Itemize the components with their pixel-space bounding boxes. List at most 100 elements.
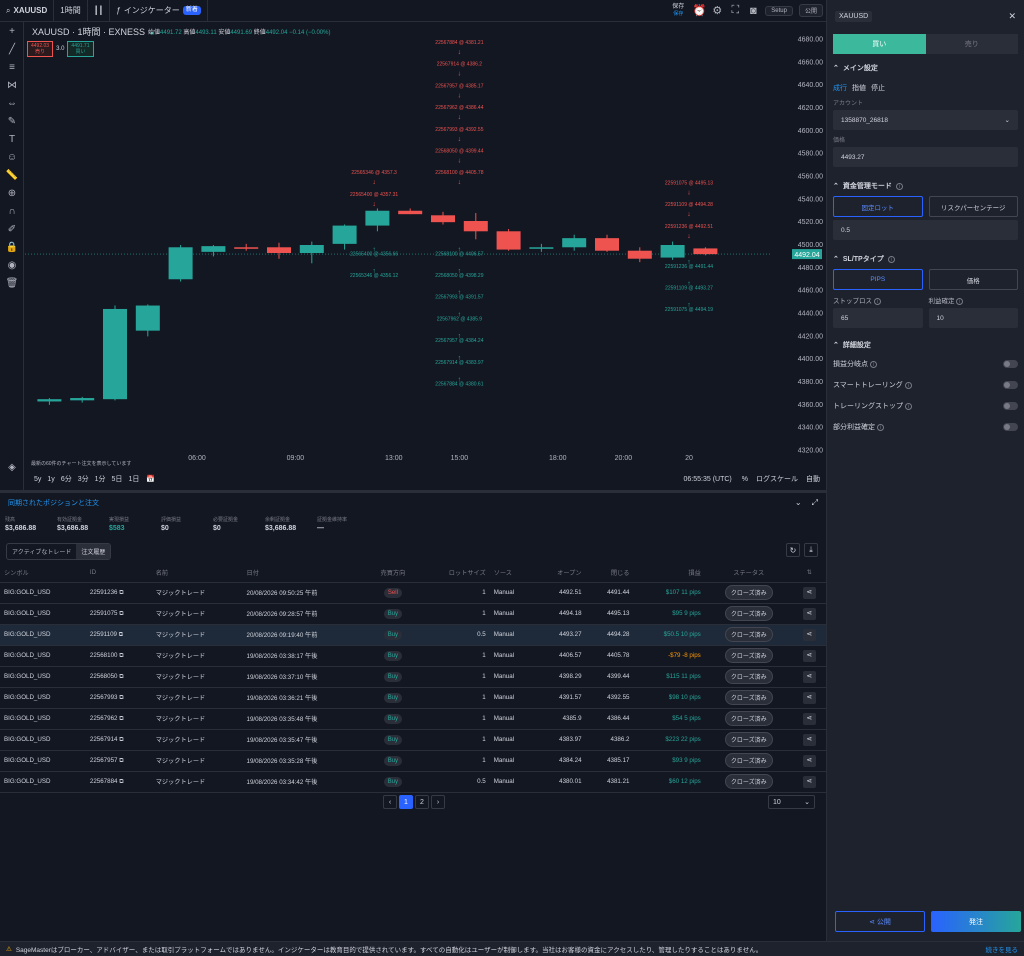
share-icon[interactable]: ⋖ (802, 586, 816, 599)
copy-icon[interactable]: ⧉ (119, 694, 123, 701)
crosshair-icon[interactable]: + (0, 22, 24, 40)
column-header[interactable]: 日付 (242, 564, 368, 583)
maximize-icon[interactable]: ⤢ (812, 498, 818, 508)
copy-icon[interactable]: ⧉ (119, 715, 123, 722)
column-header[interactable]: ロットサイズ (418, 564, 490, 583)
lock-icon[interactable]: 🔒 (0, 238, 24, 256)
take-profit-input[interactable]: 10 (928, 308, 1018, 328)
copy-icon[interactable]: ⧉ (119, 652, 123, 659)
prev-page-button[interactable]: ‹ (383, 795, 397, 809)
camera-icon[interactable]: ◙ (744, 2, 762, 20)
share-icon[interactable]: ⋖ (802, 691, 816, 704)
copy-icon[interactable]: ⧉ (119, 673, 123, 680)
sell-tab[interactable]: 売り (925, 34, 1018, 54)
next-page-button[interactable]: › (431, 795, 445, 809)
column-header[interactable]: ID (85, 564, 152, 583)
table-row[interactable]: BIG:GOLD_USD 22567884 ⧉ マジックトレード 19/08/2026… (0, 771, 826, 793)
download-icon[interactable]: ⤓ (804, 543, 818, 557)
share-icon[interactable]: ⋖ (802, 775, 816, 788)
column-header[interactable]: 売買方向 (367, 564, 419, 583)
table-row[interactable]: BIG:GOLD_USD 22567962 ⧉ マジックトレード 19/08/2026… (0, 708, 826, 730)
order-type-limit[interactable]: 指値 (852, 83, 866, 93)
calendar-icon[interactable]: 📅 (146, 475, 155, 483)
symbol-search[interactable]: ⌕ XAUUSD (0, 0, 55, 22)
copy-icon[interactable]: ⧉ (119, 589, 123, 596)
gear-icon[interactable]: ⚙ (708, 2, 726, 20)
table-row[interactable]: BIG:GOLD_USD 22567957 ⧉ マジックトレード 19/08/2026… (0, 750, 826, 772)
submit-order-button[interactable]: 発注 (931, 911, 1021, 932)
prediction-icon[interactable]: ⇔ (0, 94, 24, 112)
share-icon[interactable]: ⋖ (802, 670, 816, 683)
sltp-heading[interactable]: ⌃ SL/TPタイプ i (827, 254, 1024, 264)
risk-percent-button[interactable]: リスクパーセンテージ (928, 196, 1018, 217)
ruler-icon[interactable]: 📏 (0, 166, 24, 184)
toggle-switch[interactable] (1003, 401, 1018, 410)
copy-icon[interactable]: ⧉ (119, 736, 123, 743)
stop-loss-input[interactable]: 65 (833, 308, 923, 328)
share-icon[interactable]: ⋖ (802, 733, 816, 746)
auto-scale-toggle[interactable]: 自動 (806, 474, 820, 484)
tab-active-trades[interactable]: アクティブなトレード (7, 544, 76, 559)
page-2-button[interactable]: 2 (415, 795, 429, 809)
zoom-icon[interactable]: ⊕ (0, 184, 24, 202)
magnet-icon[interactable]: ∩ (0, 202, 24, 220)
timeframe-1[interactable]: 1y (47, 476, 54, 483)
percent-toggle[interactable]: % (742, 476, 748, 483)
account-select[interactable]: 1358870_26818 ⌄ (833, 110, 1018, 130)
price-type-button[interactable]: 価格 (928, 269, 1018, 290)
copy-icon[interactable]: ⧉ (119, 610, 123, 617)
share-icon[interactable]: ⋖ (802, 607, 816, 620)
share-icon[interactable]: ⋖ (802, 628, 816, 641)
eye-icon[interactable]: ◉ (0, 256, 24, 274)
price-chart[interactable]: 4680.00 4660.00 4640.00 4620.00 4600.00 4580.… (25, 22, 826, 490)
column-header[interactable]: 損益 (633, 564, 705, 583)
publish-button[interactable]: ⋖ 公開 (835, 911, 925, 932)
toggle-switch[interactable] (1003, 359, 1018, 368)
indicators-button[interactable]: ƒ インジケーター 新着 (110, 0, 208, 22)
collapse-icon[interactable]: ⌄ (795, 498, 802, 507)
column-header[interactable]: 閉じる (585, 564, 634, 583)
timeframe-2[interactable]: 6分 (61, 476, 72, 483)
column-header[interactable]: オープン (534, 564, 586, 583)
alert-icon[interactable]: ⏰ (690, 2, 708, 20)
trash-icon[interactable]: 🗑 (0, 274, 24, 292)
close-icon[interactable]: ✕ (1008, 11, 1016, 22)
timeframe-5[interactable]: 5日 (112, 476, 123, 483)
timeframe-6[interactable]: 1日 (128, 476, 139, 483)
save-button[interactable]: 保存 保存 (666, 4, 690, 18)
column-header[interactable]: 名前 (151, 564, 243, 583)
copy-icon[interactable]: ⧉ (119, 631, 123, 638)
order-type-market[interactable]: 成行 (833, 83, 847, 93)
share-icon[interactable]: ⋖ (802, 649, 816, 662)
table-row[interactable]: BIG:GOLD_USD 22567993 ⧉ マジックトレード 19/08/2026… (0, 687, 826, 709)
share-icon[interactable]: ⋖ (802, 754, 816, 767)
table-row[interactable]: BIG:GOLD_USD 22567914 ⧉ マジックトレード 19/08/2026… (0, 729, 826, 751)
pips-button[interactable]: PIPS (833, 269, 923, 290)
refresh-icon[interactable]: ↻ (786, 543, 800, 557)
setup-button[interactable]: Setup (765, 5, 793, 16)
lot-input[interactable]: 0.5 (833, 220, 1018, 240)
price-input[interactable]: 4493.27 (833, 147, 1018, 167)
trendline-icon[interactable]: ╱ (0, 40, 24, 58)
emoji-icon[interactable]: ☺ (0, 148, 24, 166)
fib-icon[interactable]: ≡ (0, 58, 24, 76)
read-more-link[interactable]: 続きを見る (986, 944, 1019, 954)
order-type-stop[interactable]: 停止 (871, 83, 885, 93)
toggle-switch[interactable] (1003, 380, 1018, 389)
fullscreen-icon[interactable]: ⛶ (726, 2, 744, 20)
money-mgmt-heading[interactable]: ⌃ 資金管理モード i (827, 181, 1024, 191)
buy-tab[interactable]: 買い (833, 34, 926, 54)
column-header[interactable]: シンボル (0, 564, 86, 583)
page-size-select[interactable]: 10 ⌄ (768, 795, 815, 809)
fixed-lot-button[interactable]: 固定ロット (833, 196, 923, 217)
main-settings-heading[interactable]: ⌃ メイン設定 (827, 63, 1024, 73)
pattern-icon[interactable]: ⋈ (0, 76, 24, 94)
column-header[interactable]: ステータス (704, 564, 793, 583)
column-header[interactable]: ソース (489, 564, 535, 583)
timeframe-3[interactable]: 3分 (78, 476, 89, 483)
timeframe-4[interactable]: 1分 (95, 476, 106, 483)
interval-selector[interactable]: 1時間 (54, 0, 88, 22)
table-row[interactable]: BIG:GOLD_USD 22591075 ⧉ マジックトレード 20/08/2026… (0, 603, 826, 625)
quick-buy-button[interactable]: 4491.71 買い (67, 41, 94, 57)
layers-icon[interactable]: ◈ (0, 458, 24, 476)
